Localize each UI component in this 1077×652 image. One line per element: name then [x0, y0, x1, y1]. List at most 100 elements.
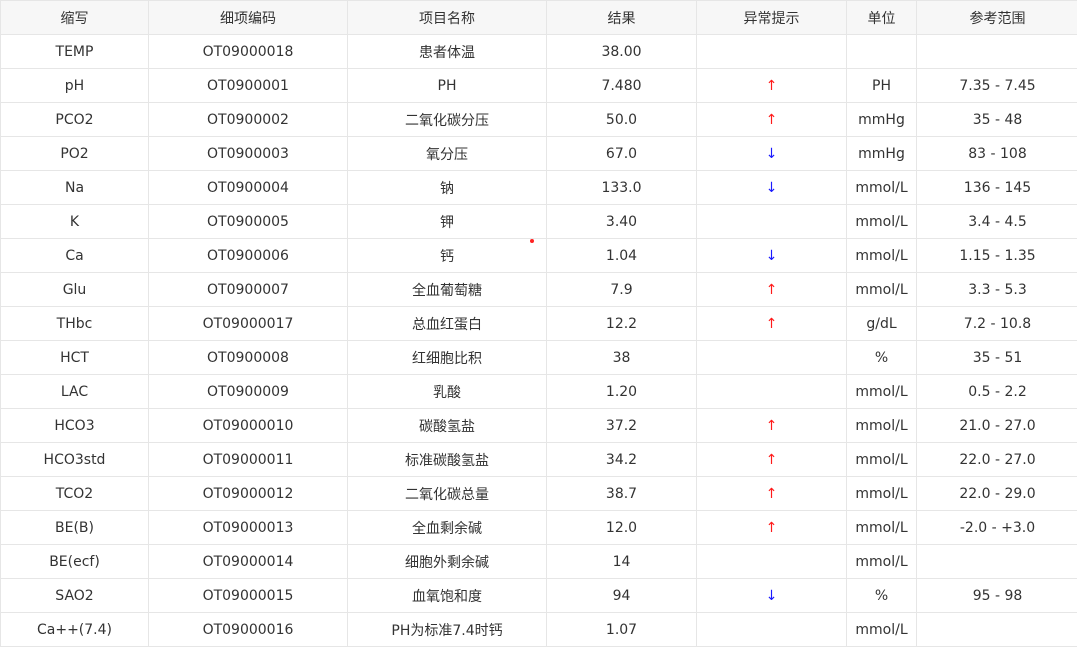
cell-flag: [696, 204, 847, 239]
cell-result: 1.04: [546, 238, 697, 273]
flag-up-arrow-icon: ↑: [696, 272, 847, 307]
cell-abbr: HCO3std: [0, 442, 149, 477]
flag-down-arrow-icon: ↓: [696, 238, 847, 273]
cell-code: OT09000016: [148, 612, 348, 647]
cell-result: 1.20: [546, 374, 697, 409]
cell-unit: %: [846, 578, 917, 613]
cell-name: 标准碳酸氢盐: [347, 442, 547, 477]
cell-flag: [696, 34, 847, 69]
table-row[interactable]: Ca++(7.4) OT09000016 PH为标准7.4时钙 1.07 mmol/L: [0, 612, 1077, 647]
cell-code: OT09000017: [148, 306, 348, 341]
table-row[interactable]: HCO3std OT09000011 标准碳酸氢盐 34.2 ↑ mmol/L 22.0 -…: [0, 442, 1077, 477]
cell-code: OT0900009: [148, 374, 348, 409]
cell-abbr: PO2: [0, 136, 149, 171]
table-row[interactable]: Na OT0900004 钠 133.0 ↓ mmol/L 136 - 145: [0, 170, 1077, 205]
lab-results-table: 缩写 细项编码 项目名称 结果 异常提示 单位 参考范围 TEMP OT09000…: [0, 0, 1077, 647]
cell-abbr: BE(ecf): [0, 544, 149, 579]
cell-code: OT09000018: [148, 34, 348, 69]
cell-abbr: K: [0, 204, 149, 239]
cell-unit: g/dL: [846, 306, 917, 341]
cell-range: 0.5 - 2.2: [916, 374, 1077, 409]
cell-range: 3.3 - 5.3: [916, 272, 1077, 307]
cell-name: 全血葡萄糖: [347, 272, 547, 307]
flag-up-arrow-icon: ↑: [696, 476, 847, 511]
cell-result: 94: [546, 578, 697, 613]
header-flag[interactable]: 异常提示: [696, 0, 847, 35]
cell-code: OT0900004: [148, 170, 348, 205]
cell-name: 二氧化碳分压: [347, 102, 547, 137]
header-range[interactable]: 参考范围: [916, 0, 1077, 35]
table-row[interactable]: HCT OT0900008 红细胞比积 38% 35 - 51: [0, 340, 1077, 375]
table-row[interactable]: PO2 OT0900003 氧分压 67.0 ↓ mmHg 83 - 108: [0, 136, 1077, 171]
table-row[interactable]: K OT0900005 钾 3.40 mmol/L 3.4 - 4.5: [0, 204, 1077, 239]
cell-range: 83 - 108: [916, 136, 1077, 171]
cell-range: 1.15 - 1.35: [916, 238, 1077, 273]
cell-name: 钾: [347, 204, 547, 239]
cell-range: 22.0 - 27.0: [916, 442, 1077, 477]
table-row[interactable]: SAO2 OT09000015 血氧饱和度 94 ↓% 95 - 98: [0, 578, 1077, 613]
cell-abbr: Glu: [0, 272, 149, 307]
cell-code: OT0900005: [148, 204, 348, 239]
cell-result: 38.00: [546, 34, 697, 69]
cell-result: 12.0: [546, 510, 697, 545]
cell-name: 血氧饱和度: [347, 578, 547, 613]
table-row[interactable]: LAC OT0900009 乳酸 1.20 mmol/L 0.5 - 2.2: [0, 374, 1077, 409]
cell-result: 38: [546, 340, 697, 375]
cell-unit: mmol/L: [846, 170, 917, 205]
cell-range: 21.0 - 27.0: [916, 408, 1077, 443]
cell-abbr: BE(B): [0, 510, 149, 545]
cell-unit: mmol/L: [846, 612, 917, 647]
header-abbr[interactable]: 缩写: [0, 0, 149, 35]
table-row[interactable]: Glu OT0900007 全血葡萄糖 7.9 ↑ mmol/L 3.3 - 5.3: [0, 272, 1077, 307]
table-body: TEMP OT09000018 患者体温 38.00 pH OT0900001 PH 7.48…: [0, 34, 1077, 647]
cell-unit: mmol/L: [846, 408, 917, 443]
cell-result: 50.0: [546, 102, 697, 137]
header-result[interactable]: 结果: [546, 0, 697, 35]
cell-flag: [696, 612, 847, 647]
cell-unit: mmol/L: [846, 238, 917, 273]
cell-unit: mmol/L: [846, 272, 917, 307]
flag-down-arrow-icon: ↓: [696, 136, 847, 171]
cell-range: 22.0 - 29.0: [916, 476, 1077, 511]
table-row[interactable]: Ca OT0900006 钙 1.04 ↓ mmol/L 1.15 - 1.35: [0, 238, 1077, 273]
red-dot-marker: [530, 239, 534, 243]
cell-abbr: SAO2: [0, 578, 149, 613]
table-row[interactable]: BE(B) OT09000013 全血剩余碱 12.0 ↑ mmol/L -2.0 - +3…: [0, 510, 1077, 545]
cell-name: 红细胞比积: [347, 340, 547, 375]
cell-code: OT0900007: [148, 272, 348, 307]
table-row[interactable]: pH OT0900001 PH 7.480 ↑ PH 7.35 - 7.45: [0, 68, 1077, 103]
cell-range: -2.0 - +3.0: [916, 510, 1077, 545]
cell-abbr: THbc: [0, 306, 149, 341]
cell-code: OT0900001: [148, 68, 348, 103]
cell-flag: [696, 544, 847, 579]
cell-unit: mmol/L: [846, 442, 917, 477]
table-row[interactable]: TCO2 OT09000012 二氧化碳总量 38.7 ↑ mmol/L 22.0 - 29…: [0, 476, 1077, 511]
flag-up-arrow-icon: ↑: [696, 68, 847, 103]
cell-range: [916, 34, 1077, 69]
cell-result: 3.40: [546, 204, 697, 239]
cell-unit: mmHg: [846, 136, 917, 171]
cell-unit: mmHg: [846, 102, 917, 137]
cell-result: 7.9: [546, 272, 697, 307]
cell-result: 67.0: [546, 136, 697, 171]
header-unit[interactable]: 单位: [846, 0, 917, 35]
header-code[interactable]: 细项编码: [148, 0, 348, 35]
table-row[interactable]: TEMP OT09000018 患者体温 38.00: [0, 34, 1077, 69]
table-row[interactable]: PCO2 OT0900002 二氧化碳分压 50.0 ↑ mmHg 35 - 48: [0, 102, 1077, 137]
cell-abbr: TEMP: [0, 34, 149, 69]
table-row[interactable]: BE(ecf) OT09000014 细胞外剩余碱 14 mmol/L: [0, 544, 1077, 579]
cell-range: 3.4 - 4.5: [916, 204, 1077, 239]
table-row[interactable]: THbc OT09000017 总血红蛋白 12.2 ↑ g/dL 7.2 - 10.8: [0, 306, 1077, 341]
header-name[interactable]: 项目名称: [347, 0, 547, 35]
cell-code: OT09000011: [148, 442, 348, 477]
flag-up-arrow-icon: ↑: [696, 442, 847, 477]
flag-up-arrow-icon: ↑: [696, 510, 847, 545]
cell-range: 7.2 - 10.8: [916, 306, 1077, 341]
cell-result: 7.480: [546, 68, 697, 103]
table-row[interactable]: HCO3 OT09000010 碳酸氢盐 37.2 ↑ mmol/L 21.0 - 27.0: [0, 408, 1077, 443]
cell-result: 14: [546, 544, 697, 579]
cell-range: [916, 544, 1077, 579]
cell-code: OT09000013: [148, 510, 348, 545]
cell-unit: mmol/L: [846, 374, 917, 409]
cell-code: OT0900008: [148, 340, 348, 375]
